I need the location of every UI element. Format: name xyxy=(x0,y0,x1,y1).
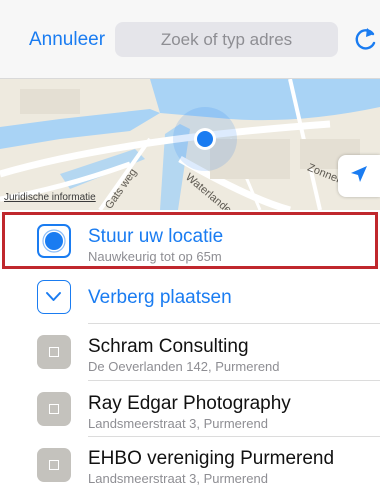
reload-icon[interactable] xyxy=(353,26,379,52)
highlight-frame xyxy=(2,212,378,269)
map-canvas xyxy=(0,79,380,210)
map-view[interactable]: Zonnelaan Waterlander Gats weg xyxy=(0,79,380,210)
locate-button[interactable] xyxy=(338,155,380,197)
place-name: Ray Edgar Photography xyxy=(88,393,291,414)
place-item[interactable]: Ray Edgar Photography Landsmeerstraat 3,… xyxy=(0,381,380,435)
location-arrow-icon xyxy=(349,164,369,189)
place-item[interactable]: Schram Consulting De Oeverlanden 142, Pu… xyxy=(0,324,380,379)
search-input[interactable]: Zoek of typ adres xyxy=(115,22,338,57)
legal-info-link[interactable]: Juridische informatie xyxy=(4,192,96,203)
place-address: Landsmeerstraat 3, Purmerend xyxy=(88,471,268,486)
place-item[interactable]: EHBO vereniging Purmerend Landsmeerstraa… xyxy=(0,437,380,489)
hide-places-option[interactable]: Verberg plaatsen xyxy=(0,272,380,322)
place-address: De Oeverlanden 142, Purmerend xyxy=(88,359,280,374)
place-icon xyxy=(37,448,71,482)
cancel-button[interactable]: Annuleer xyxy=(29,29,105,51)
place-name: EHBO vereniging Purmerend xyxy=(88,448,335,469)
place-icon xyxy=(37,392,71,426)
place-address: Landsmeerstraat 3, Purmerend xyxy=(88,416,268,431)
place-name: Schram Consulting xyxy=(88,336,249,357)
top-bar: Annuleer Zoek of typ adres xyxy=(0,0,380,79)
place-icon xyxy=(37,335,71,369)
chevron-down-icon xyxy=(37,280,71,314)
hide-places-label: Verberg plaatsen xyxy=(88,287,232,308)
